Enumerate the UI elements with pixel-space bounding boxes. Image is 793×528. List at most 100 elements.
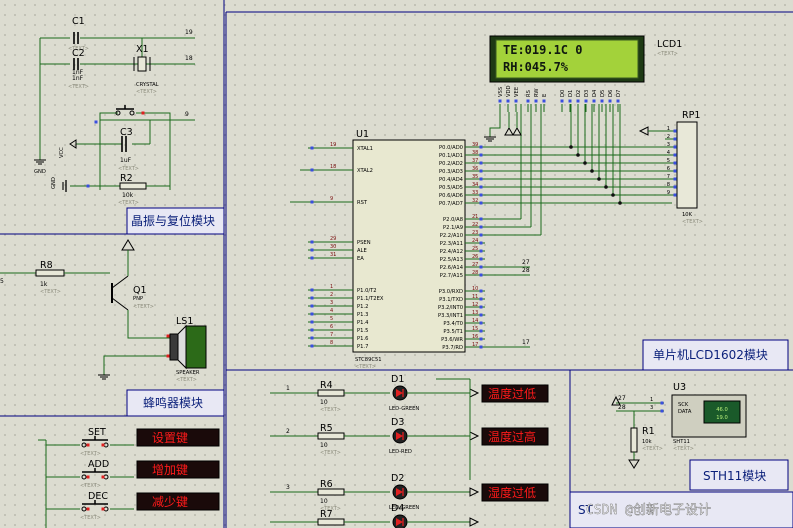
u1-right-pin-num: 17 [472,342,478,348]
led-0-label: 温度过低 [488,386,536,401]
pin-marker-blue [542,99,546,103]
led-1-res-text: <TEXT> [320,450,341,456]
led-2-ref: D2 [391,473,404,484]
q1-emitter [111,275,129,289]
junction-p0-6 [611,193,615,197]
lcd-pin-label: D7 [616,90,622,97]
sth11-part: SHT11 [673,439,690,445]
r8-net-label: 5 [0,278,4,285]
u1-right-pin-name: P0.0/AD0 [439,145,463,151]
u1-part: STC89C51 [355,357,382,363]
pin-marker-blue [479,153,483,157]
u1-right-pin-num: 10 [472,286,478,292]
lcd-pin-label: VSS [498,87,504,97]
rp1-pin-num: 9 [667,190,670,196]
u1-right-pin-num: 26 [472,254,478,260]
led-1-res-val: 10 [320,442,328,449]
u1-left-pin-num: 31 [330,252,336,258]
ls1-body[interactable] [169,333,179,361]
rp1-pin-num: 8 [667,182,670,188]
pin-marker-blue [479,265,483,269]
pin-marker-red [86,507,90,511]
u1-right-pin-name: P3.4/T0 [443,321,463,327]
u1-left-pin-name: P1.3 [357,312,368,318]
pin-marker-blue [479,345,483,349]
vcc-label: VCC [59,147,65,158]
u1-right-pin-num: 22 [472,222,478,228]
net-17-label: 17 [522,339,530,346]
r8-value: 1k [40,281,48,288]
rp1-body[interactable] [676,121,698,209]
u1-right-pin-num: 11 [472,294,478,300]
led-2-res-ref: R6 [320,479,333,490]
lcd-pin-label: D1 [568,90,574,97]
sth11-pin1: 1 [650,397,653,403]
pin-marker-blue [506,99,510,103]
net-28-label: 28 [522,267,530,274]
led-1-net: 2 [286,428,290,435]
pin-marker-blue [310,248,314,252]
pin-marker-blue [310,336,314,340]
c2-net-label: 18 [185,55,193,62]
btn-0-contact-b [103,442,109,448]
pin-marker-blue [560,99,564,103]
btn-2-contact-a [81,506,87,512]
pin-marker-blue [310,304,314,308]
lcd-ref: LCD1 [657,39,682,50]
lcd-pin-label: D0 [560,90,566,97]
pin-marker-blue [534,99,538,103]
pin-marker-blue [479,313,483,317]
lcd-pin-label: D3 [584,90,590,97]
reset-btn-contact-b [129,110,135,116]
pin-marker-blue [479,289,483,293]
r1-text-tag: <TEXT> [642,446,663,452]
junction-p0-3 [590,169,594,173]
u1-left-pin-num: 3 [330,300,333,306]
c2-value: 1nF [72,75,84,82]
pin-marker-blue [479,193,483,197]
led-1-res-ref: R5 [320,423,333,434]
pin-marker-blue [310,344,314,348]
led-0-res-text: <TEXT> [320,407,341,413]
lcd-text-tag: <TEXT> [657,51,678,57]
u1-right-pin-name: P0.5/AD5 [439,185,463,191]
r1-ref: R1 [642,426,655,437]
led-2-res-val: 10 [320,498,328,505]
led-2-arrow-icon [469,487,480,497]
pin-marker-blue [673,145,677,149]
schematic-canvas[interactable]: 晶振与复位模块 蜂鸣器模块 单片机LCD1602模块 STH11模块 C1 <TEXT> 1… [0,0,793,528]
r2-text-tag: <TEXT> [118,200,139,206]
pin-marker-blue [310,312,314,316]
pin-marker-blue [616,99,620,103]
pin-marker-blue [310,320,314,324]
u1-right-pin-name: P2.5/A13 [440,257,463,263]
rp1-text-tag: <TEXT> [682,219,703,225]
pin-marker-blue [673,153,677,157]
u1-right-pin-name: P3.1/TXD [439,297,463,303]
lcd-pin-label: D2 [576,90,582,97]
led-2-net: 3 [286,484,290,491]
pin-marker-red [101,507,105,511]
pin-marker-blue [479,217,483,221]
pin-marker-blue [94,120,98,124]
c1-net-label: 19 [185,29,193,36]
pin-marker-blue [310,296,314,300]
r1-resistor[interactable] [630,427,638,453]
junction-p0-7 [618,201,622,205]
pin-marker-blue [310,256,314,260]
u1-left-pin-name: P1.1/T2EX [357,296,384,302]
pin-marker-blue [310,240,314,244]
pin-marker-blue [479,177,483,181]
oscillator-module-label: 晶振与复位模块 [131,213,215,228]
x1-crystal-body[interactable] [137,56,147,72]
pin-marker-blue [479,201,483,205]
led-1-label: 温度过高 [488,429,536,444]
u1-left-pin-name: RST [357,200,368,206]
btn-0-ref: SET [88,427,106,438]
pin-marker-blue [576,99,580,103]
u1-text-tag: <TEXT> [355,364,376,370]
u1-right-pin-num: 33 [472,190,478,196]
led-0-res-ref: R4 [320,380,333,391]
lcd-vdd-arrow-icon [504,126,514,136]
pin-marker-blue [479,233,483,237]
